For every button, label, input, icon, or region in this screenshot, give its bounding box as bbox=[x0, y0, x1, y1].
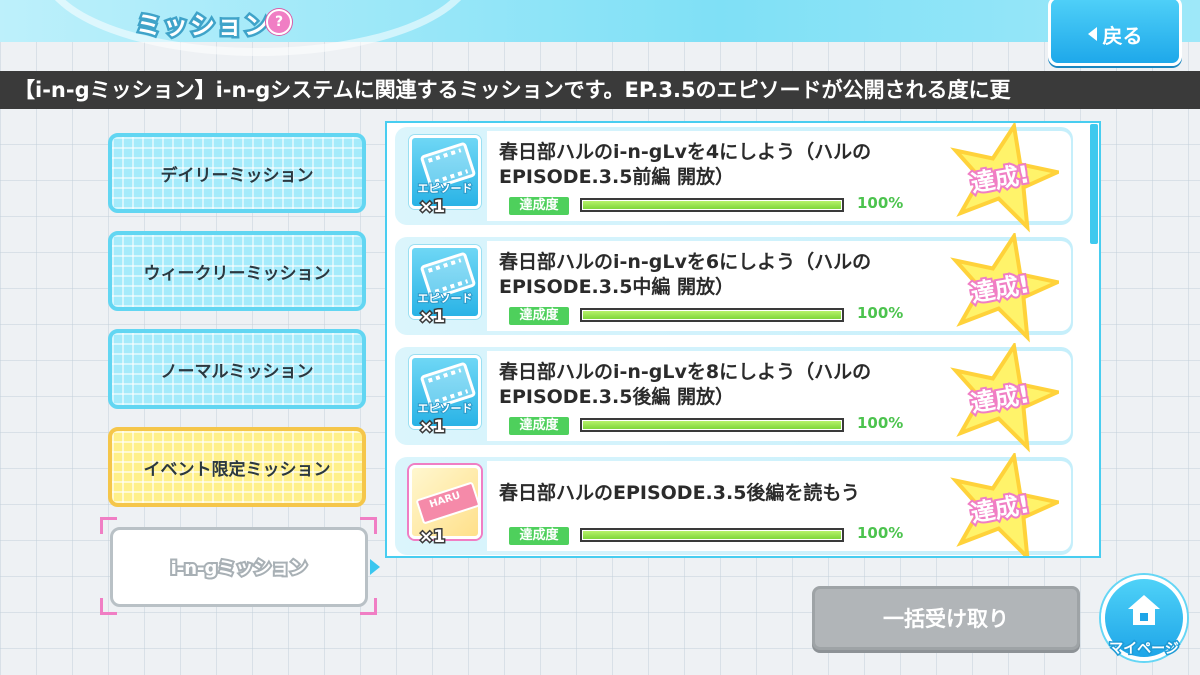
mission-text: 春日部ハルのi-n-gLvを4にしよう（ハルのEPISODE.3.5前編 開放） bbox=[499, 141, 872, 188]
achieved-star-icon: 達成! bbox=[950, 453, 1059, 556]
tab-label: ノーマルミッション bbox=[160, 361, 314, 382]
progress-percent: 100% bbox=[857, 414, 904, 432]
mission-card: HARU ×1 春日部ハルのEPISODE.3.5後編を読もう 達成度 100%… bbox=[395, 453, 1073, 556]
mission-text: 春日部ハルのi-n-gLvを8にしよう（ハルのEPISODE.3.5後編 開放） bbox=[499, 361, 872, 408]
reward-quantity: ×1 bbox=[417, 416, 446, 439]
progress-fill bbox=[583, 421, 841, 429]
back-arrow-icon bbox=[1087, 27, 1097, 41]
mission-card: エピソード ×1 春日部ハルのi-n-gLvを8にしよう（ハルのEPISODE.… bbox=[395, 343, 1073, 453]
progress-bar bbox=[580, 198, 844, 212]
mission-description-banner: 【i-n-gミッション】i-n-gシステムに関連するミッションです。EP.3.5… bbox=[0, 71, 1200, 109]
reward-label: エピソード bbox=[417, 181, 474, 196]
progress-fill bbox=[583, 311, 841, 319]
progress-fill bbox=[583, 201, 841, 209]
tab-daily-mission[interactable]: デイリーミッション bbox=[108, 133, 366, 213]
achieved-star-icon: 達成! bbox=[950, 343, 1059, 453]
progress-fill bbox=[583, 531, 841, 539]
progress-label: 達成度 bbox=[509, 197, 569, 215]
tab-event-mission[interactable]: イベント限定ミッション bbox=[108, 427, 366, 507]
progress-label: 達成度 bbox=[509, 527, 569, 545]
tab-label: イベント限定ミッション bbox=[143, 459, 331, 480]
mission-text: 春日部ハルのi-n-gLvを6にしよう（ハルのEPISODE.3.5中編 開放） bbox=[499, 251, 872, 298]
mission-card: エピソード ×1 春日部ハルのi-n-gLvを4にしよう（ハルのEPISODE.… bbox=[395, 123, 1073, 233]
list-scrollbar[interactable] bbox=[1090, 124, 1098, 244]
progress-percent: 100% bbox=[857, 524, 904, 542]
tab-weekly-mission[interactable]: ウィークリーミッション bbox=[108, 231, 366, 311]
tab-label: i-n-gミッション bbox=[169, 556, 310, 581]
back-button[interactable]: 戻る bbox=[1048, 0, 1182, 66]
help-icon[interactable]: ? bbox=[266, 9, 292, 35]
achieved-star-icon: 達成! bbox=[950, 123, 1059, 233]
reward-quantity: ×1 bbox=[417, 526, 446, 549]
mypage-label: マイページ bbox=[1108, 640, 1181, 659]
selected-tab-arrow-icon bbox=[370, 559, 380, 575]
ticket-strip: HARU bbox=[415, 481, 478, 525]
progress-bar bbox=[580, 528, 844, 542]
reward-quantity: ×1 bbox=[417, 196, 446, 219]
claim-all-button[interactable]: 一括受け取り bbox=[812, 586, 1080, 650]
progress-percent: 100% bbox=[857, 304, 904, 322]
mission-text: 春日部ハルのEPISODE.3.5後編を読もう bbox=[499, 482, 860, 504]
claim-all-label: 一括受け取り bbox=[883, 607, 1009, 631]
achieved-star-icon: 達成! bbox=[950, 233, 1059, 343]
reward-quantity: ×1 bbox=[417, 306, 446, 329]
reward-label: HARU bbox=[428, 490, 462, 511]
back-button-label: 戻る bbox=[1102, 23, 1143, 48]
progress-label: 達成度 bbox=[509, 307, 569, 325]
page-title: ミッション bbox=[133, 9, 272, 43]
progress-percent: 100% bbox=[857, 194, 904, 212]
reward-label: エピソード bbox=[417, 291, 474, 306]
tab-ing-mission[interactable]: i-n-gミッション bbox=[110, 527, 368, 607]
reward-label: エピソード bbox=[417, 401, 474, 416]
mission-list[interactable]: エピソード ×1 春日部ハルのi-n-gLvを4にしよう（ハルのEPISODE.… bbox=[385, 121, 1101, 558]
progress-bar bbox=[580, 418, 844, 432]
tab-label: デイリーミッション bbox=[160, 165, 314, 186]
home-icon bbox=[1128, 595, 1160, 625]
progress-label: 達成度 bbox=[509, 417, 569, 435]
mission-card: エピソード ×1 春日部ハルのi-n-gLvを6にしよう（ハルのEPISODE.… bbox=[395, 233, 1073, 343]
tab-label: ウィークリーミッション bbox=[143, 263, 331, 284]
progress-bar bbox=[580, 308, 844, 322]
tab-normal-mission[interactable]: ノーマルミッション bbox=[108, 329, 366, 409]
